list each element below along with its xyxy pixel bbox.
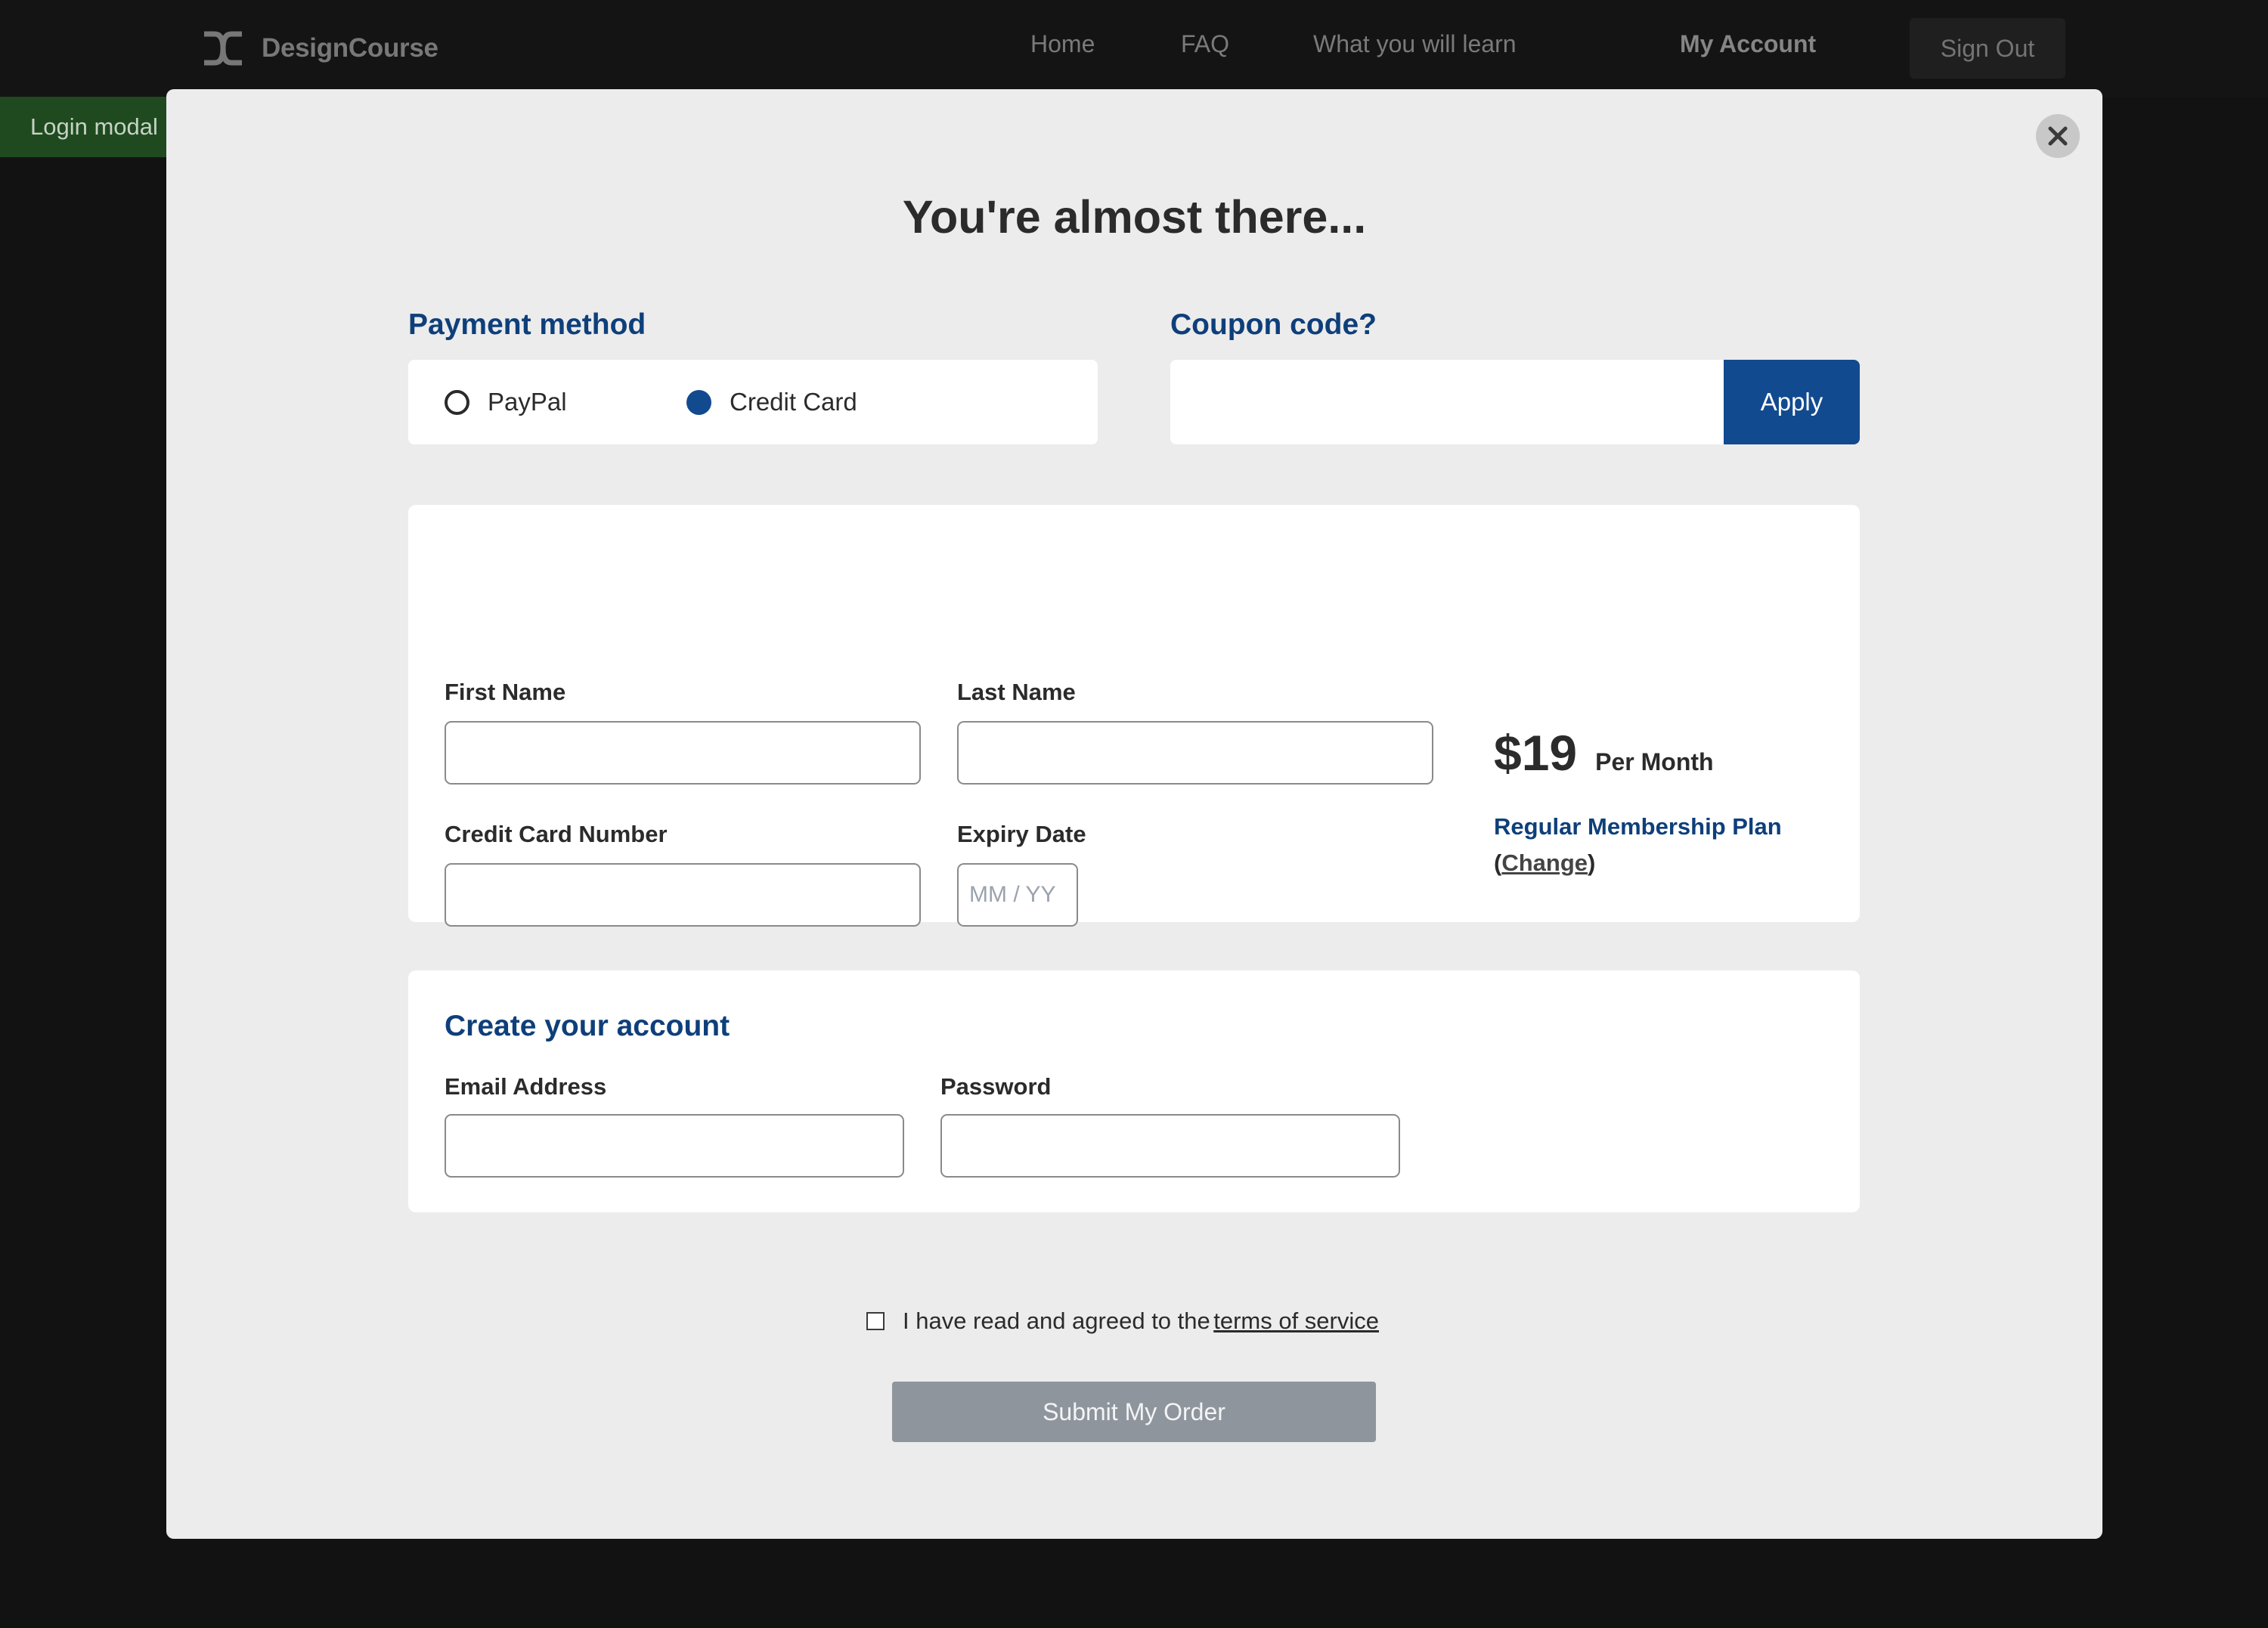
price-period: Per Month [1595, 748, 1714, 775]
credit-card-option[interactable]: Credit Card [686, 360, 857, 444]
brand-name: DesignCourse [262, 33, 438, 63]
modal-title: You're almost there... [902, 191, 1367, 243]
change-plan-open-paren: ( [1494, 850, 1502, 876]
paypal-radio[interactable] [445, 389, 469, 415]
coupon-input[interactable] [1170, 360, 1724, 444]
plan-name: Regular Membership Plan [1494, 813, 1782, 840]
terms-of-service-link[interactable]: terms of service [1213, 1308, 1379, 1334]
email-label: Email Address [445, 1073, 607, 1100]
payment-method-selector: PayPal Credit Card [408, 360, 1098, 444]
credit-card-radio[interactable] [686, 389, 711, 415]
card-number-field[interactable] [445, 863, 921, 927]
first-name-field[interactable] [445, 721, 921, 785]
checkout-modal: You're almost there... Payment method Pa… [166, 89, 2102, 1539]
change-plan: (Change) [1494, 850, 1595, 877]
terms-label: I have read and agreed to the terms of s… [903, 1308, 1379, 1335]
nav-link-home[interactable]: Home [1030, 30, 1095, 58]
credit-card-label: Credit Card [730, 388, 857, 416]
terms-agreement: I have read and agreed to the terms of s… [866, 1308, 1379, 1335]
apply-coupon-button[interactable]: Apply [1724, 360, 1860, 444]
close-button[interactable] [2036, 114, 2080, 158]
change-plan-link[interactable]: Change [1501, 850, 1588, 876]
login-modal-tab[interactable]: Login modal [0, 97, 174, 157]
create-account-panel: Create your account Email Address Passwo… [408, 970, 1860, 1212]
change-plan-close-paren: ) [1588, 850, 1596, 876]
paypal-option[interactable]: PayPal [445, 360, 567, 444]
first-name-label: First Name [445, 679, 566, 705]
password-label: Password [940, 1073, 1052, 1100]
last-name-field[interactable] [957, 721, 1433, 785]
create-account-heading: Create your account [445, 1010, 730, 1042]
paypal-label: PayPal [488, 388, 567, 416]
email-field[interactable] [445, 1114, 904, 1178]
nav-link-faq[interactable]: FAQ [1181, 30, 1229, 58]
password-field[interactable] [940, 1114, 1400, 1178]
terms-text: I have read and agreed to the [903, 1308, 1210, 1334]
brand[interactable]: DesignCourse [201, 29, 438, 68]
terms-checkbox[interactable] [866, 1312, 885, 1330]
submit-order-button[interactable]: Submit My Order [892, 1382, 1376, 1442]
coupon-heading: Coupon code? [1170, 308, 1377, 341]
sign-out-button[interactable]: Sign Out [1910, 18, 2065, 79]
nav-link-what-you-will-learn[interactable]: What you will learn [1313, 30, 1517, 58]
card-details-panel: First Name Last Name Credit Card Number … [408, 505, 1860, 927]
price-display: $19 Per Month [1494, 724, 1714, 782]
expiry-date-label: Expiry Date [957, 821, 1086, 847]
top-navigation: DesignCourse Home FAQ What you will lear… [0, 0, 2268, 97]
price-amount: $19 [1494, 725, 1578, 781]
nav-link-my-account[interactable]: My Account [1680, 30, 1816, 58]
payment-method-heading: Payment method [408, 308, 646, 341]
card-number-label: Credit Card Number [445, 821, 668, 847]
last-name-label: Last Name [957, 679, 1076, 705]
expiry-date-field[interactable] [957, 863, 1078, 927]
close-icon [2048, 126, 2068, 146]
designcourse-logo-icon [204, 31, 242, 66]
